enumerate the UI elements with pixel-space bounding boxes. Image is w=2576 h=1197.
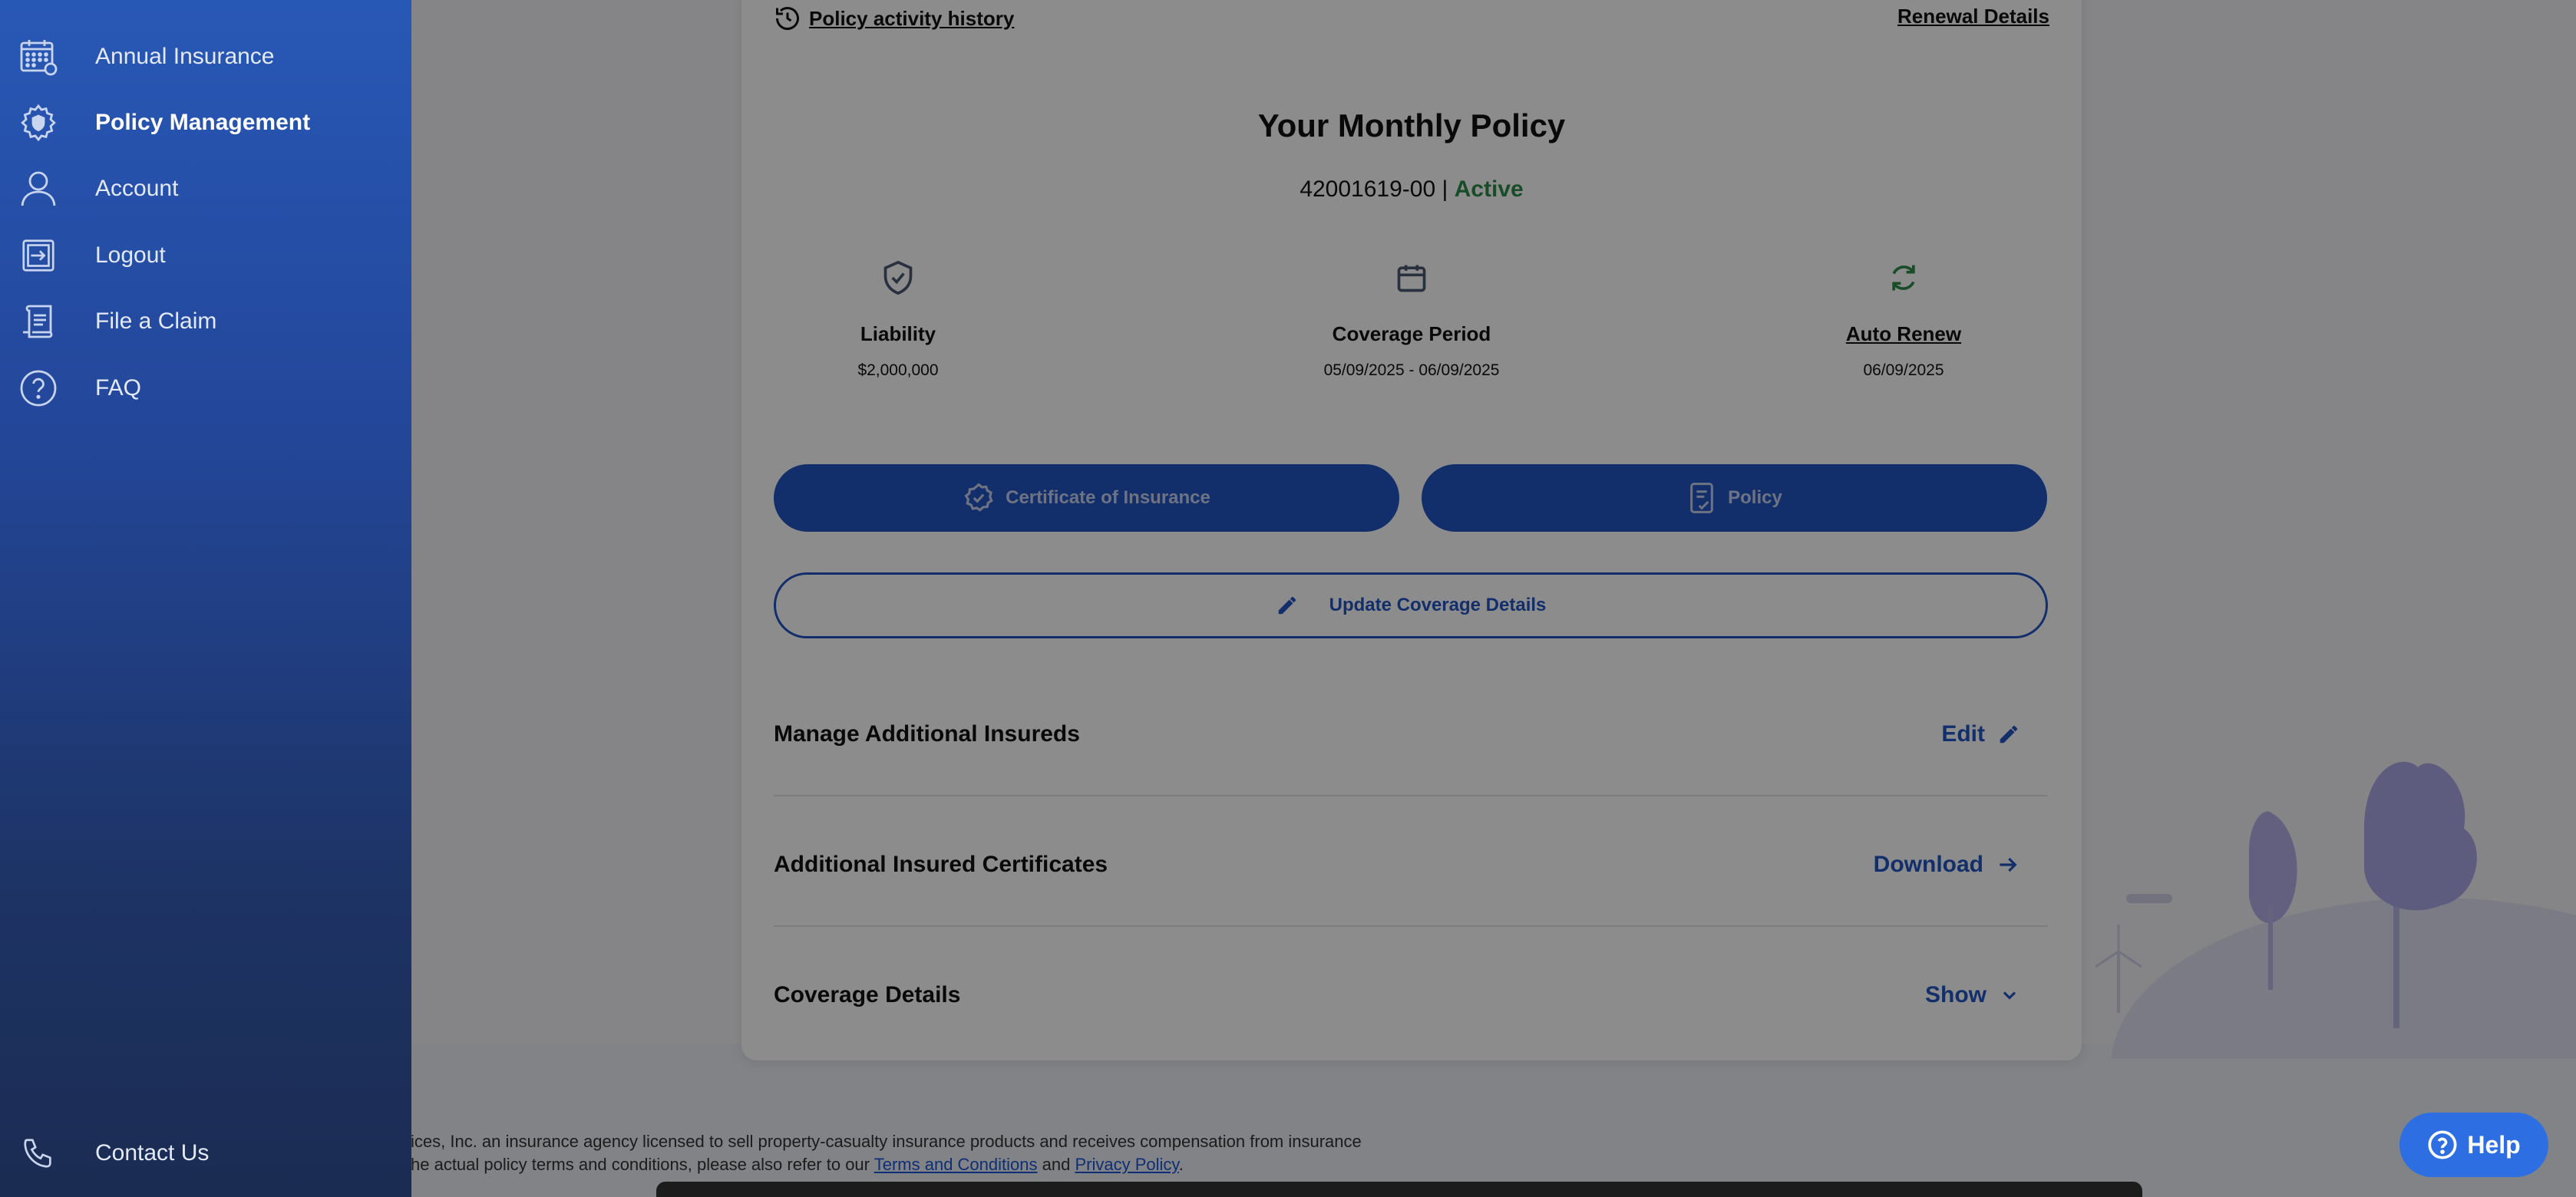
calendar-grid-icon: [18, 37, 58, 77]
question-icon: [18, 368, 58, 408]
sidebar-item-label[interactable]: Logout: [95, 242, 166, 269]
user-icon: [18, 169, 58, 209]
contact-us-label[interactable]: Contact Us: [95, 1140, 209, 1166]
help-button[interactable]: Help: [2399, 1113, 2548, 1177]
question-circle-icon: [2428, 1130, 2457, 1159]
sidebar-item-label[interactable]: Policy Management: [95, 110, 310, 136]
sidebar-item-label[interactable]: Annual Insurance: [95, 44, 275, 70]
sidebar-item-file-a-claim[interactable]: File a Claim: [0, 291, 411, 352]
help-label[interactable]: Help: [2467, 1131, 2520, 1159]
sidebar-item-label[interactable]: File a Claim: [95, 308, 216, 335]
sidebar: Annual Insurance Policy Management Accou…: [0, 0, 411, 1197]
sidebar-item-policy-management[interactable]: Policy Management: [0, 92, 411, 153]
logout-icon: [18, 236, 58, 275]
sidebar-item-logout[interactable]: Logout: [0, 225, 411, 286]
phone-icon: [18, 1133, 58, 1173]
sidebar-item-label[interactable]: Account: [95, 176, 178, 202]
sidebar-item-label[interactable]: FAQ: [95, 375, 141, 401]
sidebar-contact-us[interactable]: Contact Us: [0, 1123, 411, 1184]
sidebar-item-faq[interactable]: FAQ: [0, 358, 411, 419]
sidebar-item-annual-insurance[interactable]: Annual Insurance: [0, 26, 411, 87]
claim-scroll-icon: [18, 302, 58, 341]
gear-shield-icon: [18, 103, 58, 143]
sidebar-item-account[interactable]: Account: [0, 158, 411, 219]
